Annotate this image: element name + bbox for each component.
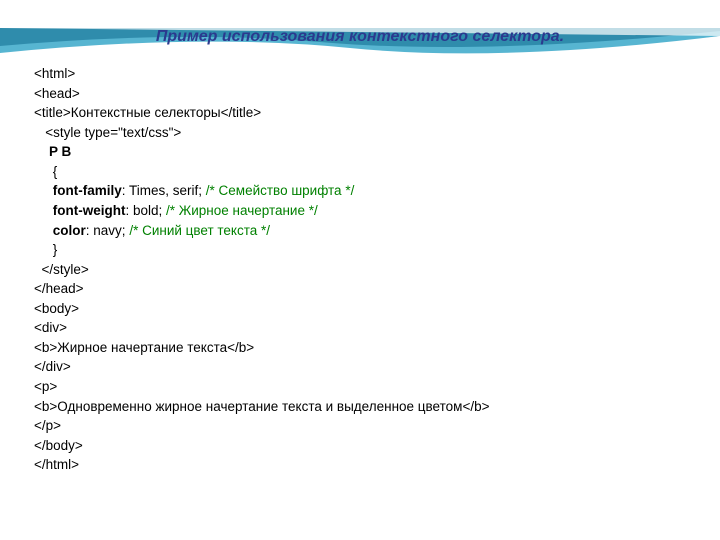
code-line: <p> (34, 377, 720, 397)
slide-title: Пример использования контекстного селект… (0, 28, 720, 46)
code-line: } (34, 240, 720, 260)
code-line: color: navy; /* Синий цвет текста */ (34, 221, 720, 241)
code-line: </head> (34, 279, 720, 299)
code-line: P B (34, 142, 720, 162)
code-line: <b>Одновременно жирное начертание текста… (34, 397, 720, 417)
code-line: <b>Жирное начертание текста</b> (34, 338, 720, 358)
code-line: { (34, 162, 720, 182)
code-line: </div> (34, 357, 720, 377)
code-line: </html> (34, 455, 720, 475)
code-line: </p> (34, 416, 720, 436)
code-line: font-family: Times, serif; /* Семейство … (34, 181, 720, 201)
code-line: font-weight: bold; /* Жирное начертание … (34, 201, 720, 221)
code-line: </style> (34, 260, 720, 280)
code-line: <div> (34, 318, 720, 338)
code-line: <body> (34, 299, 720, 319)
code-line: </body> (34, 436, 720, 456)
code-line: <title>Контекстные селекторы</title> (34, 103, 720, 123)
code-example: <html> <head> <title>Контекстные селекто… (34, 64, 720, 475)
code-line: <style type="text/css"> (34, 123, 720, 143)
